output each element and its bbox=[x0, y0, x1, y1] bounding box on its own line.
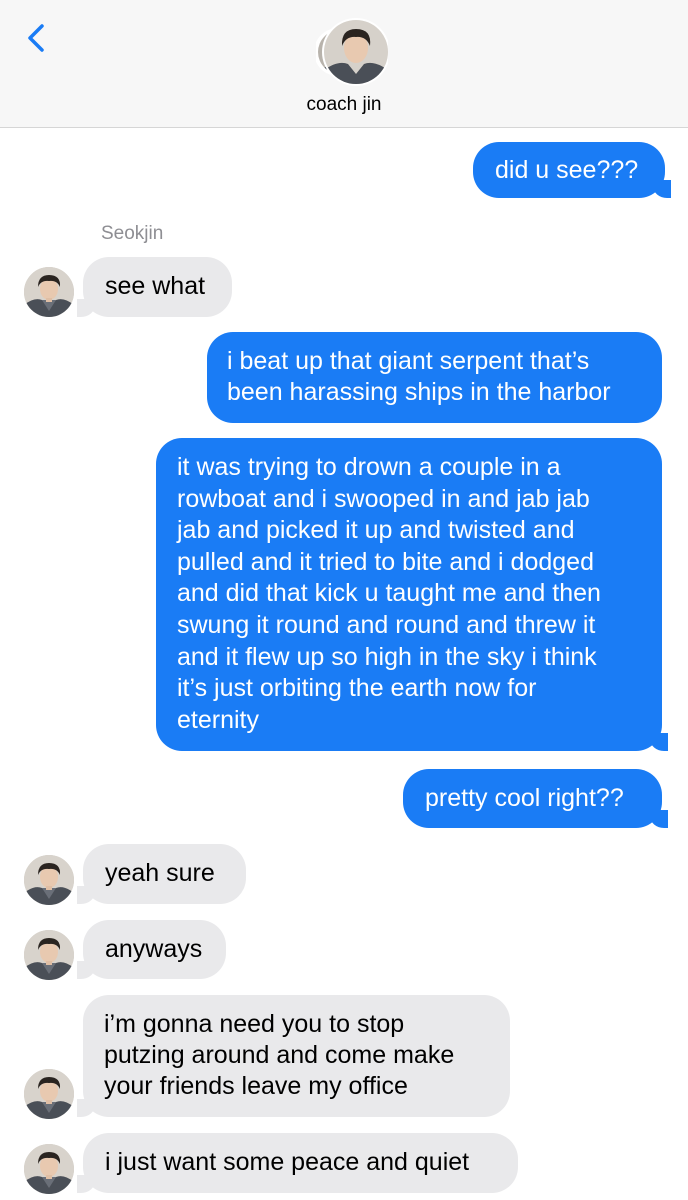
chevron-left-icon bbox=[28, 24, 44, 52]
sender-avatar[interactable] bbox=[24, 1144, 74, 1194]
contact-name[interactable]: coach jin bbox=[0, 94, 688, 116]
message-text: i just want some peace and quiet bbox=[105, 1148, 470, 1176]
message-line: and it flew up so high in the sky i thin… bbox=[177, 642, 597, 671]
message-line: swung it round and round and threw it bbox=[177, 610, 596, 639]
conversation-header: coach jin bbox=[0, 0, 688, 128]
message-line: and did that kick u taught me and then bbox=[177, 579, 601, 608]
message-text: pretty cool right?? bbox=[425, 784, 624, 812]
sender-avatar[interactable] bbox=[24, 855, 74, 905]
incoming-message[interactable]: see what bbox=[77, 257, 232, 317]
sender-avatar[interactable] bbox=[24, 930, 74, 980]
message-line: jab and picked it up and twisted and bbox=[177, 516, 575, 545]
message-line: i’m gonna need you to stop bbox=[104, 1010, 405, 1038]
message-thread: did u see??? Seokjin see what i beat up … bbox=[0, 127, 688, 1200]
outgoing-message[interactable]: it was trying to drown a couple in a row… bbox=[156, 438, 668, 751]
message-text: did u see??? bbox=[495, 156, 639, 184]
back-button[interactable] bbox=[18, 18, 58, 58]
outgoing-message[interactable]: i beat up that giant serpent that’s been… bbox=[207, 332, 662, 423]
incoming-message[interactable]: i just want some peace and quiet bbox=[77, 1133, 518, 1193]
message-line: rowboat and i swooped in and jab jab bbox=[177, 484, 590, 513]
message-line: been harassing ships in the harbor bbox=[227, 378, 611, 406]
message-line: putzing around and come make bbox=[104, 1041, 455, 1069]
message-line: i beat up that giant serpent that’s bbox=[227, 347, 590, 375]
incoming-message[interactable]: yeah sure bbox=[77, 844, 246, 904]
message-line: it was trying to drown a couple in a bbox=[177, 453, 561, 481]
message-line: eternity bbox=[177, 705, 259, 734]
sender-avatar[interactable] bbox=[24, 267, 74, 317]
sender-avatar[interactable] bbox=[24, 1069, 74, 1119]
message-line: it’s just orbiting the earth now for bbox=[177, 674, 537, 703]
message-line: your friends leave my office bbox=[104, 1072, 408, 1100]
message-text: see what bbox=[105, 272, 206, 300]
message-text: anyways bbox=[105, 935, 203, 963]
incoming-message[interactable]: i’m gonna need you to stop putzing aroun… bbox=[77, 995, 510, 1117]
message-text: yeah sure bbox=[105, 859, 215, 887]
contact-avatar[interactable] bbox=[314, 16, 390, 88]
outgoing-message[interactable]: pretty cool right?? bbox=[403, 769, 668, 828]
sender-name: Seokjin bbox=[101, 223, 164, 244]
message-line: pulled and it tried to bite and i dodged bbox=[177, 547, 594, 576]
outgoing-message[interactable]: did u see??? bbox=[473, 142, 671, 198]
incoming-message[interactable]: anyways bbox=[77, 920, 226, 979]
